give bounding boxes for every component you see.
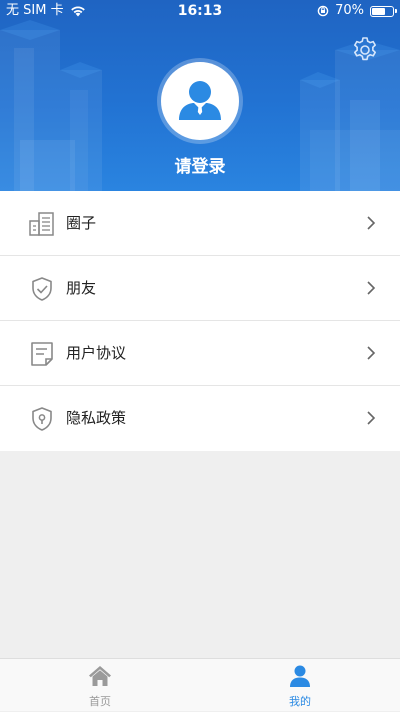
battery-fill — [372, 7, 385, 15]
menu-item-label: 用户协议 — [66, 344, 127, 362]
chevron-right-icon — [367, 346, 376, 360]
menu-item-circle[interactable]: 圈子 — [0, 191, 400, 256]
menu-item-label: 隐私政策 — [66, 409, 127, 427]
menu-item-friends[interactable]: 朋友 — [0, 256, 400, 321]
home-icon — [89, 666, 111, 686]
rotation-lock-icon — [317, 5, 329, 17]
tab-mine[interactable]: 我的 — [200, 659, 400, 712]
avatar[interactable] — [161, 62, 239, 140]
gear-icon[interactable] — [351, 36, 379, 64]
shield-check-icon — [32, 277, 52, 301]
chevron-right-icon — [367, 216, 376, 230]
status-bar: 无 SIM 卡 16:13 70% — [0, 0, 400, 22]
user-avatar-icon — [179, 81, 221, 120]
menu-item-label: 圈子 — [66, 214, 97, 232]
menu-item-privacy-policy[interactable]: 隐私政策 — [0, 386, 400, 451]
battery-percent: 70% — [335, 3, 364, 18]
menu-item-user-agreement[interactable]: 用户协议 — [0, 321, 400, 386]
profile-header: 无 SIM 卡 16:13 70% 请登录 — [0, 0, 400, 191]
login-link[interactable]: 请登录 — [0, 152, 400, 177]
shield-lock-icon — [32, 407, 52, 431]
chevron-right-icon — [367, 281, 376, 295]
building-icon — [29, 212, 54, 236]
tab-home[interactable]: 首页 — [0, 659, 200, 712]
tab-label: 首页 — [89, 695, 111, 708]
battery-icon — [370, 5, 397, 17]
bottom-tab-bar: 首页 我的 — [0, 658, 400, 711]
tab-label: 我的 — [289, 695, 311, 708]
profile-menu: 圈子 朋友 用户协议 隐私政策 — [0, 191, 400, 451]
document-icon — [31, 342, 53, 366]
menu-item-label: 朋友 — [66, 279, 97, 297]
user-icon — [290, 665, 310, 687]
carrier-text: 无 SIM 卡 — [6, 3, 64, 18]
wifi-icon — [70, 6, 85, 17]
chevron-right-icon — [367, 411, 376, 425]
